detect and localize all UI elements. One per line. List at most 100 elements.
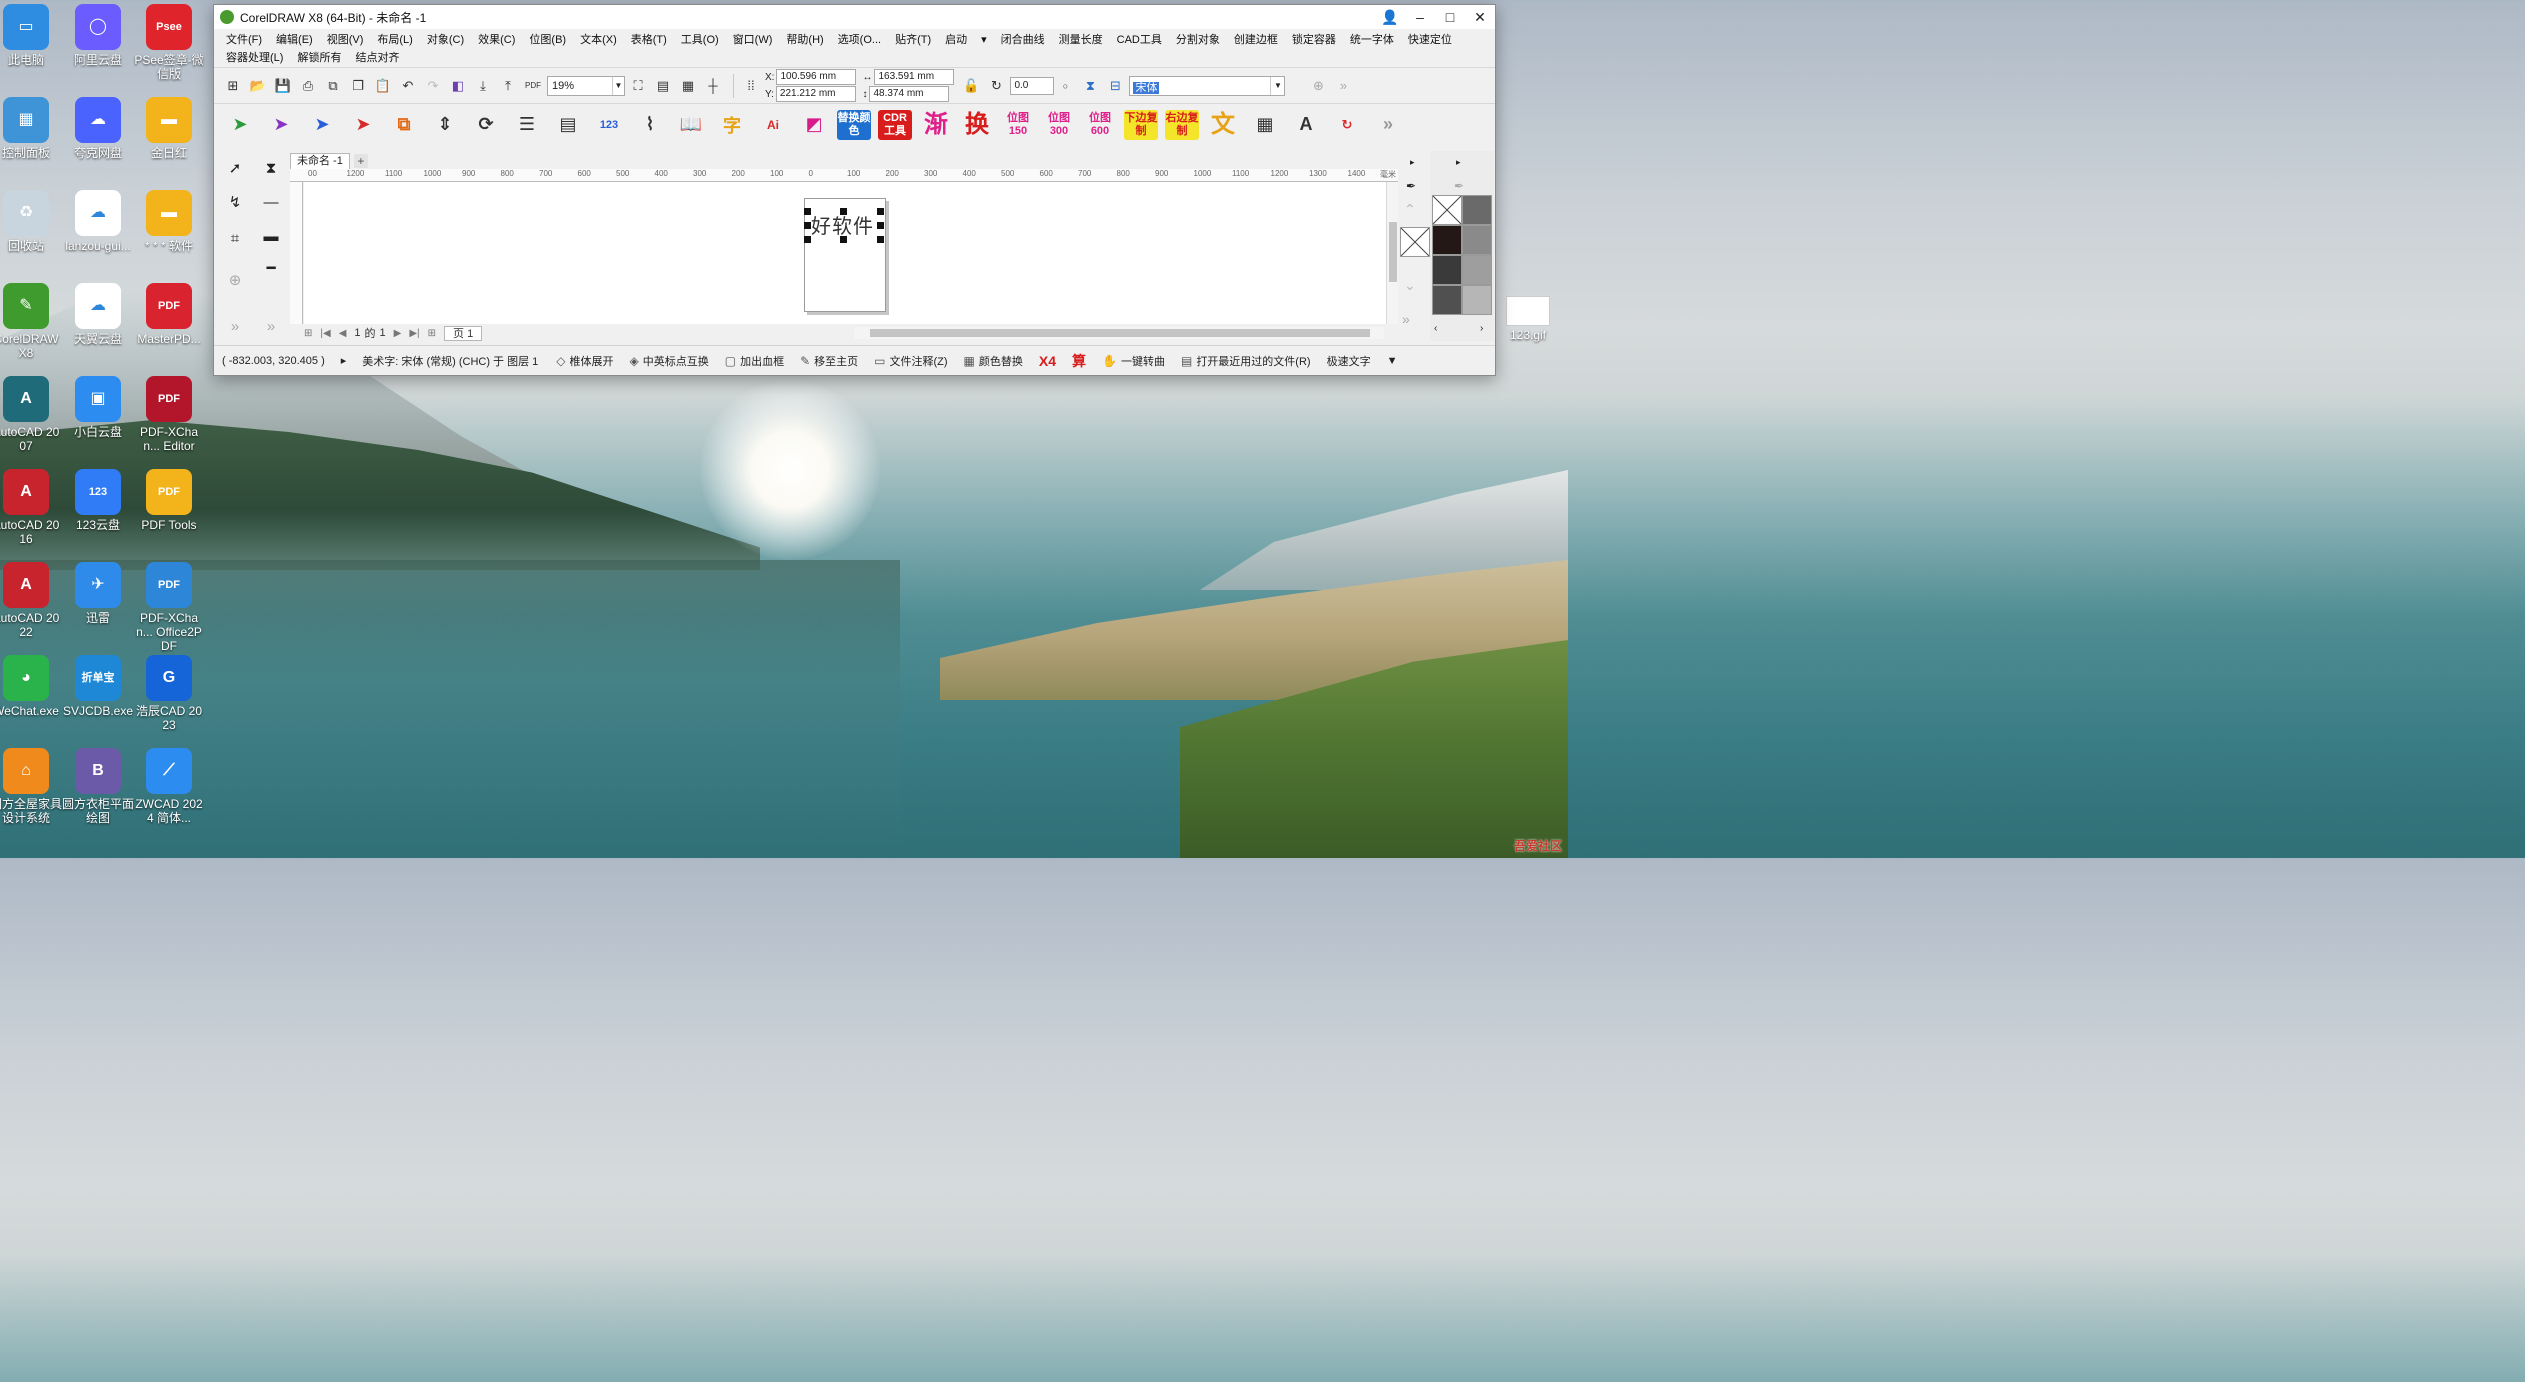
more-chevron-icon[interactable]: » xyxy=(1370,109,1406,141)
send-purple-icon[interactable]: ➤ xyxy=(263,109,299,141)
menu-item[interactable]: 布局(L) xyxy=(371,31,420,49)
guidelines-icon[interactable]: ┼ xyxy=(702,75,724,97)
cut-icon[interactable]: ⧉ xyxy=(322,75,344,97)
play-arrow-icon[interactable]: ▸ xyxy=(341,354,347,367)
title-bar[interactable]: CorelDRAW X8 (64-Bit) - 未命名 -1 👤 – □ ✕ xyxy=(214,5,1495,29)
next-page-icon[interactable]: ▶ xyxy=(394,328,402,339)
status-macro-button[interactable]: X4 xyxy=(1039,353,1056,369)
expand-arrow-icon[interactable]: ▸ xyxy=(1456,157,1461,168)
desktop-icon[interactable]: A AutoCAD 2022 xyxy=(0,562,62,639)
add-icon[interactable]: ⊕ xyxy=(1307,75,1329,97)
desktop-icon[interactable]: ☁ 天翼云盘 xyxy=(62,283,134,346)
crop-tool-icon[interactable]: ⌗ xyxy=(224,227,246,249)
scroll-left-icon[interactable]: ‹ xyxy=(1434,323,1437,334)
menu-item[interactable]: 工具(O) xyxy=(675,31,727,49)
status-macro-button[interactable]: 算 xyxy=(1072,351,1086,371)
save-icon[interactable]: 💾 xyxy=(272,75,294,97)
desktop-icon[interactable]: ✎ CorelDRAW X8 xyxy=(0,283,62,360)
user-icon[interactable]: 👤 xyxy=(1375,5,1405,29)
selection-handle[interactable] xyxy=(877,236,884,243)
publish-pdf-icon[interactable]: PDF xyxy=(522,75,544,97)
menu-item[interactable]: 对象(C) xyxy=(421,31,472,49)
line-medium-icon[interactable]: ▬ xyxy=(260,225,282,247)
horizontal-scrollbar[interactable] xyxy=(854,327,1384,339)
menu-item[interactable]: 启动 xyxy=(939,31,975,49)
selection-handle[interactable] xyxy=(840,208,847,215)
minimize-button[interactable]: – xyxy=(1405,5,1435,29)
menu-item[interactable]: 帮助(H) xyxy=(780,31,831,49)
scroll-thumb[interactable] xyxy=(1389,222,1397,282)
font-family-select[interactable]: 宋体 ▼ xyxy=(1129,75,1286,96)
macro-button[interactable]: 位图300 xyxy=(1042,110,1076,140)
line-thin-icon[interactable]: — xyxy=(260,191,282,213)
menu-item[interactable]: 效果(C) xyxy=(472,31,523,49)
gray-swatch[interactable] xyxy=(1462,255,1492,285)
rotate-object-icon[interactable]: ⟳ xyxy=(468,109,504,141)
menu-item[interactable]: 贴齐(T) xyxy=(889,31,939,49)
menu-item[interactable]: 闭合曲线 xyxy=(995,31,1053,49)
menu-item[interactable]: 位图(B) xyxy=(523,31,574,49)
no-fill-swatch[interactable] xyxy=(1400,227,1430,257)
more-chevron-icon[interactable]: » xyxy=(1332,75,1354,97)
page-tab[interactable]: 页 1 xyxy=(444,325,483,341)
menu-item[interactable]: 窗口(W) xyxy=(727,31,781,49)
dark-gray-swatch[interactable] xyxy=(1432,255,1462,285)
align-icon[interactable]: ⊟ xyxy=(1104,75,1126,97)
macro-button[interactable]: 文 xyxy=(1206,110,1240,140)
desktop-icon[interactable]: ▭ 此电脑 xyxy=(0,4,62,67)
menu-item[interactable]: 选项(O... xyxy=(832,31,889,49)
drawing-canvas[interactable]: 好软件 xyxy=(304,182,1386,324)
text-style-icon[interactable]: A xyxy=(1288,109,1324,141)
undo-icon[interactable]: ↶ xyxy=(397,75,419,97)
dark-gray-swatch[interactable] xyxy=(1432,285,1462,315)
shape-tool-icon[interactable]: ↯ xyxy=(224,191,246,213)
scroll-down-icon[interactable]: ⌄ xyxy=(1404,277,1416,294)
more-chevron-icon[interactable]: » xyxy=(224,315,246,337)
line-thick-icon[interactable]: ━ xyxy=(260,257,282,279)
gray-swatch[interactable] xyxy=(1462,225,1492,255)
vertical-scrollbar[interactable] xyxy=(1386,182,1398,324)
menu-item[interactable]: ▾ xyxy=(975,31,995,49)
send-green-icon[interactable]: ➤ xyxy=(222,109,258,141)
dropdown-arrow-icon[interactable]: ▼ xyxy=(1387,355,1398,367)
desktop-icon[interactable]: A AutoCAD 2007 xyxy=(0,376,62,453)
menu-item[interactable]: 解锁所有 xyxy=(291,49,349,67)
open-icon[interactable]: 📂 xyxy=(247,75,269,97)
menu-item[interactable]: 表格(T) xyxy=(625,31,675,49)
status-macro-button[interactable]: 极速文字 xyxy=(1327,353,1371,369)
selection-handle[interactable] xyxy=(877,208,884,215)
desktop-icon[interactable]: ▬ 金日红 xyxy=(133,97,205,160)
menu-item[interactable]: 测量长度 xyxy=(1053,31,1111,49)
desktop-icon[interactable]: B 圆方衣柜平面绘图 xyxy=(62,748,134,825)
menu-item[interactable]: 结点对齐 xyxy=(349,49,407,67)
menu-item[interactable]: 容器处理(L) xyxy=(220,49,291,67)
font-char-icon[interactable]: 字 xyxy=(714,109,750,141)
menu-item[interactable]: 快速定位 xyxy=(1402,31,1460,49)
status-macro-button[interactable]: ▭ 文件注释(Z) xyxy=(874,353,947,369)
center-align-icon[interactable]: ⇕ xyxy=(427,109,463,141)
numbering-icon[interactable]: 123 xyxy=(591,109,627,141)
black-swatch[interactable] xyxy=(1432,225,1462,255)
rulers-icon[interactable]: ▤ xyxy=(652,75,674,97)
document-tab[interactable]: 未命名 -1 xyxy=(290,153,350,169)
macro-button[interactable]: 换 xyxy=(960,110,994,140)
width-input[interactable]: 163.591 mm xyxy=(874,69,955,85)
selection-handle[interactable] xyxy=(804,236,811,243)
height-input[interactable]: 48.374 mm xyxy=(869,86,950,102)
desktop-icon[interactable]: A AutoCAD 2016 xyxy=(0,469,62,546)
desktop-icon[interactable]: ☁ lanzou-gui... xyxy=(62,190,134,253)
menu-item[interactable]: 视图(V) xyxy=(321,31,372,49)
menu-item[interactable]: 文件(F) xyxy=(220,31,270,49)
import-icon[interactable]: ⤓ xyxy=(472,75,494,97)
blend-tool-icon[interactable]: ⧗ xyxy=(260,157,282,179)
macro-button[interactable]: 右边复制 xyxy=(1165,109,1199,140)
add-page-end-icon[interactable]: ⊞ xyxy=(428,328,436,339)
more-chevron-icon[interactable]: » xyxy=(1402,311,1410,327)
desktop-icon[interactable]: ♻ 回收站 xyxy=(0,190,62,253)
table-layout-icon[interactable]: ▤ xyxy=(550,109,586,141)
status-macro-button[interactable]: ✎ 移至主页 xyxy=(800,353,858,369)
desktop-icon[interactable]: 123 123云盘 xyxy=(62,469,134,532)
no-color-swatch[interactable] xyxy=(1432,195,1462,225)
ai-file-icon[interactable]: Ai xyxy=(755,109,791,141)
status-macro-button[interactable]: ▢ 加出血框 xyxy=(725,353,784,369)
